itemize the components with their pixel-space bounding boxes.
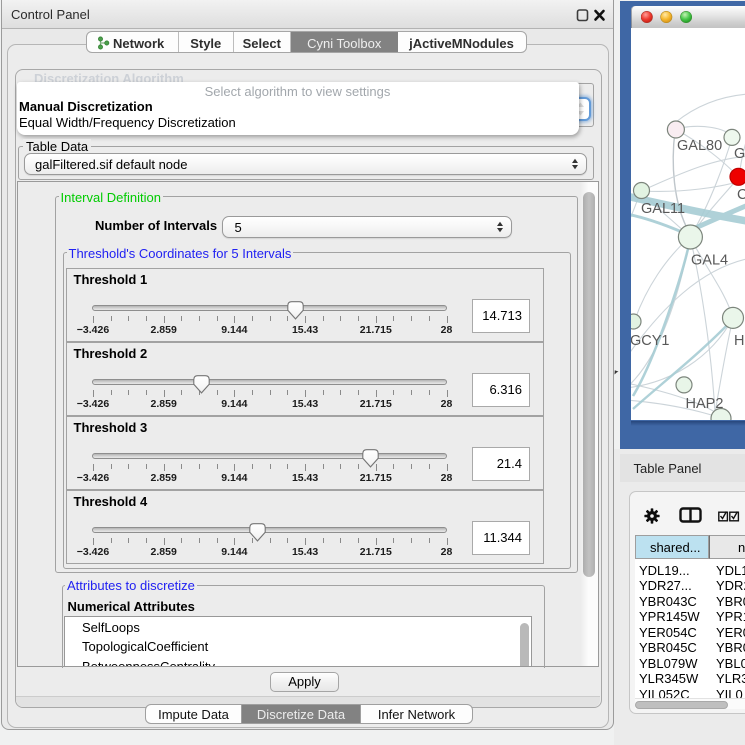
svg-text:C: C	[737, 187, 745, 203]
svg-text:GAL80: GAL80	[677, 138, 722, 154]
svg-text:GA: GA	[734, 146, 745, 162]
svg-text:GCY1: GCY1	[631, 333, 670, 349]
svg-text:H: H	[734, 333, 744, 349]
svg-text:GAL4: GAL4	[691, 252, 728, 268]
svg-text:HAP2: HAP2	[686, 396, 724, 412]
svg-text:GAL11: GAL11	[641, 201, 685, 217]
